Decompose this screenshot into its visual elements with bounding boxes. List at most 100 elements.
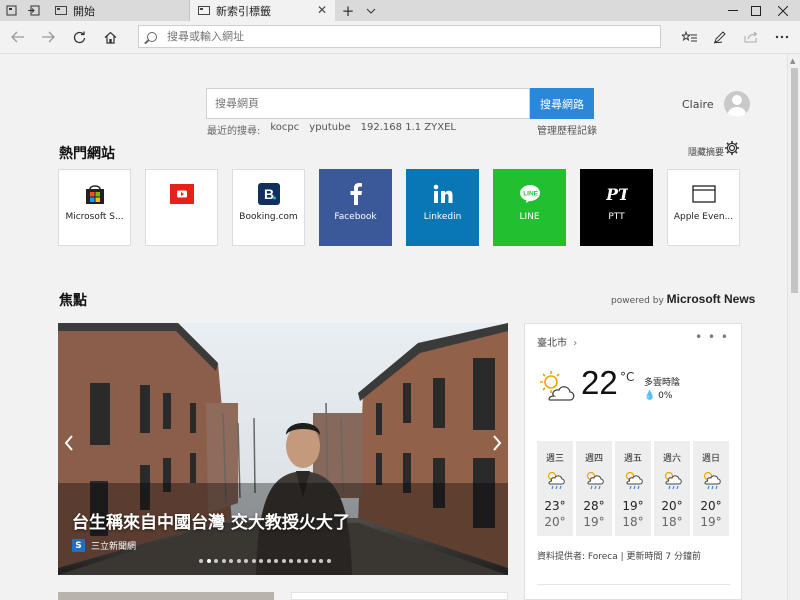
- slide-dot[interactable]: [281, 559, 286, 563]
- slide-dot[interactable]: [206, 559, 211, 563]
- address-bar[interactable]: [138, 25, 661, 48]
- vertical-scrollbar[interactable]: ▲: [787, 54, 800, 600]
- search-box[interactable]: [206, 88, 530, 119]
- forecast-day[interactable]: 週五 19° 18°: [615, 441, 651, 536]
- forecast-day[interactable]: 週日 20° 19°: [693, 441, 729, 536]
- slide-dot[interactable]: [214, 559, 218, 563]
- svg-text:PTT: PTT: [606, 185, 628, 204]
- slide-dot[interactable]: [311, 559, 316, 563]
- chevron-right-icon: ›: [573, 338, 578, 349]
- top-site-tile[interactable]: Apple Even...: [667, 169, 740, 246]
- user-profile[interactable]: Claire: [682, 91, 750, 117]
- news-card[interactable]: [58, 592, 274, 600]
- hide-feed-link[interactable]: 隱藏摘要: [688, 145, 724, 158]
- gear-icon[interactable]: [724, 140, 740, 160]
- slide-dot[interactable]: [289, 559, 293, 563]
- powered-by-prefix: powered by: [611, 296, 664, 306]
- slide-dot[interactable]: [229, 559, 233, 563]
- slide-dot[interactable]: [266, 559, 271, 563]
- top-site-label: Microsoft S...: [65, 212, 124, 222]
- manage-history-link[interactable]: 管理歷程記錄: [537, 122, 597, 137]
- search-icon: [147, 31, 157, 42]
- slide-dot[interactable]: [274, 559, 278, 563]
- weather-city[interactable]: 臺北市 ›: [537, 334, 577, 349]
- share-icon[interactable]: [739, 26, 763, 48]
- news-title: 焦點: [59, 293, 87, 309]
- slide-dot[interactable]: [251, 559, 256, 563]
- more-options-icon[interactable]: • • •: [695, 330, 729, 344]
- tab-new[interactable]: 新索引標籤 ✕: [190, 0, 335, 21]
- top-site-tile[interactable]: Microsoft S...: [58, 169, 131, 246]
- recent-search-item[interactable]: kocpc: [270, 122, 299, 137]
- slide-dot[interactable]: [304, 559, 308, 563]
- forward-button[interactable]: [36, 26, 60, 48]
- forecast-day-label: 週三: [545, 454, 564, 464]
- favorites-icon[interactable]: [677, 26, 701, 48]
- search-input[interactable]: [215, 97, 515, 110]
- back-button[interactable]: [6, 26, 30, 48]
- forecast-high: 20°: [700, 499, 722, 513]
- microsoft-news-brand[interactable]: Microsoft News: [667, 292, 756, 306]
- search-button[interactable]: 搜尋網路: [530, 88, 594, 119]
- forecast-high: 28°: [583, 499, 605, 513]
- youtube-icon: [169, 182, 194, 206]
- weather-city-name: 臺北市: [537, 338, 567, 349]
- avatar[interactable]: [723, 91, 750, 117]
- top-site-tile[interactable]: PTT PTT: [580, 169, 653, 246]
- hero-photo: [58, 323, 508, 575]
- top-site-tile[interactable]: [145, 169, 218, 246]
- microsoft-store-icon: [83, 182, 107, 206]
- powered-by: powered by Microsoft News: [611, 292, 755, 306]
- slide-dot[interactable]: [319, 559, 323, 563]
- forecast-high: 23°: [544, 499, 566, 513]
- weather-card[interactable]: 臺北市 › • • • 22 °C 多雲時陰 💧 0% 週三 23° 20° 週四 28…: [524, 323, 742, 600]
- refresh-button[interactable]: [67, 26, 91, 48]
- scrollbar-thumb[interactable]: [791, 68, 798, 293]
- rain-cloud-icon: [622, 470, 644, 493]
- forecast-day[interactable]: 週三 23° 20°: [537, 441, 573, 536]
- address-input[interactable]: [167, 30, 647, 43]
- forecast-day-label: 週五: [623, 454, 642, 464]
- hero-news-card[interactable]: 台生稱來自中國台灣 交大教授火大了 S 三立新聞網: [58, 323, 508, 575]
- recent-search-item[interactable]: yputube: [309, 122, 350, 137]
- tab-title: 開始: [73, 4, 95, 18]
- slide-dot[interactable]: [199, 559, 203, 563]
- tabs-aside-icon[interactable]: [0, 0, 22, 21]
- next-slide-icon[interactable]: [492, 435, 502, 455]
- new-tab-button[interactable]: +: [337, 0, 359, 21]
- news-card[interactable]: [291, 592, 508, 600]
- slide-dot[interactable]: [236, 559, 241, 563]
- top-site-label: Apple Even...: [673, 212, 734, 222]
- top-site-tile[interactable]: Facebook: [319, 169, 392, 246]
- slide-dot[interactable]: [259, 559, 263, 563]
- recent-search-item[interactable]: 192.168 1.1 ZYXEL: [361, 122, 456, 137]
- forecast-day[interactable]: 週六 20° 18°: [654, 441, 690, 536]
- more-icon[interactable]: [770, 26, 794, 48]
- set-tabs-aside-icon[interactable]: [23, 0, 45, 21]
- slide-dot[interactable]: [296, 559, 301, 563]
- top-site-tile[interactable]: Linkedin: [406, 169, 479, 246]
- close-window-button[interactable]: [766, 0, 800, 21]
- tab-start[interactable]: 開始: [47, 0, 190, 21]
- slide-dot[interactable]: [326, 559, 331, 563]
- weather-unit[interactable]: °C: [620, 370, 634, 384]
- weather-temperature: 22: [581, 364, 618, 401]
- slide-dot[interactable]: [221, 559, 226, 563]
- rain-cloud-icon: [583, 470, 605, 493]
- pen-icon[interactable]: [708, 26, 732, 48]
- precipitation-value: 0%: [658, 391, 673, 401]
- previous-slide-icon[interactable]: [64, 435, 74, 455]
- forecast-day[interactable]: 週四 28° 19°: [576, 441, 612, 536]
- facebook-icon: [344, 182, 368, 206]
- close-tab-icon[interactable]: ✕: [317, 3, 327, 17]
- top-site-tile[interactable]: LINE LINE: [493, 169, 566, 246]
- page-icon: [55, 6, 67, 15]
- chevron-down-icon[interactable]: [360, 0, 382, 21]
- hero-headline[interactable]: 台生稱來自中國台灣 交大教授火大了: [72, 508, 350, 533]
- top-site-tile[interactable]: B Booking.com: [232, 169, 305, 246]
- slide-dot[interactable]: [244, 559, 248, 563]
- scroll-up-icon[interactable]: ▲: [790, 57, 795, 65]
- home-button[interactable]: [98, 26, 122, 48]
- rain-cloud-icon: [661, 470, 683, 493]
- recent-searches: 最近的搜尋: kocpc yputube 192.168 1.1 ZYXEL: [207, 122, 456, 137]
